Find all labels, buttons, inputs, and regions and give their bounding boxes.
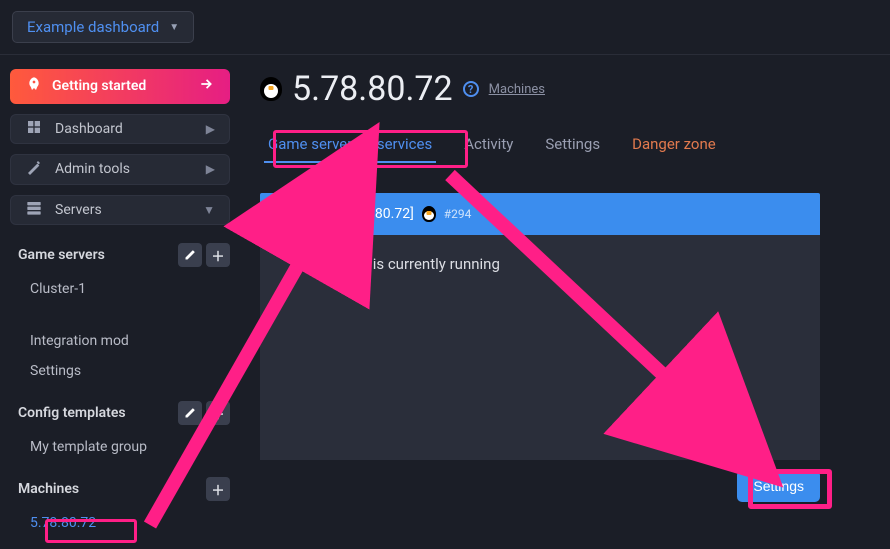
tab-settings[interactable]: Settings [541,127,604,163]
tree-game-servers[interactable]: Game servers ＋ [18,239,230,271]
tree-config-templates-label: Config templates [18,405,126,421]
tree-machines[interactable]: Machines ＋ [18,473,230,505]
tree-integration-mod[interactable]: Integration mod [18,329,230,353]
layout: Getting started Dashboard ▶ Admin tools … [0,55,890,549]
servers-tree: Game servers ＋ Cluster-1 Integration mod… [10,235,230,535]
server-icon [25,200,43,220]
linux-icon [260,77,282,101]
tree-game-servers-label: Game servers [18,247,105,263]
sidebar: Getting started Dashboard ▶ Admin tools … [0,55,240,549]
service-panel: My - [5.78.80.72] #294 his service is cu… [260,193,820,502]
page-title: 5.78.80.72 [292,69,453,109]
tabs: Game servers & services Activity Setting… [260,127,882,163]
grid-icon [25,119,43,139]
service-name-prefix: My [276,206,295,222]
dashboard-selector-label: Example dashboard [27,18,159,36]
plus-icon[interactable]: ＋ [206,243,230,267]
nav-dashboard-label: Dashboard [55,121,123,137]
service-panel-footer: Settings [260,460,820,502]
getting-started-label: Getting started [52,78,146,94]
plus-icon[interactable]: ＋ [206,401,230,425]
tree-machine-active[interactable]: 5.78.80.72 [18,511,230,535]
nav-admin-tools-label: Admin tools [55,161,130,177]
service-name-bracket: - [5.78.80.72] [333,206,414,222]
topbar: Example dashboard ▼ [0,0,890,55]
tab-activity[interactable]: Activity [460,127,517,163]
tree-machine-active-label: 5.78.80.72 [30,515,96,531]
tab-danger-zone[interactable]: Danger zone [628,127,720,163]
edit-icon[interactable] [178,243,202,267]
service-status-text: his service is currently running [286,255,794,273]
chevron-right-icon: ▶ [206,122,215,136]
tree-machines-label: Machines [18,481,79,497]
help-icon[interactable]: ? [463,81,479,97]
dashboard-selector[interactable]: Example dashboard ▼ [12,11,194,43]
nav-dashboard[interactable]: Dashboard ▶ [10,114,230,144]
tree-settings[interactable]: Settings [18,359,230,383]
title-row: 5.78.80.72 ? Machines [260,69,882,109]
nav-admin-tools[interactable]: Admin tools ▶ [10,154,230,184]
nav-servers[interactable]: Servers ▼ [10,195,230,225]
breadcrumb-machines[interactable]: Machines [489,82,545,97]
tree-cluster-1[interactable]: Cluster-1 [18,277,230,301]
main: 5.78.80.72 ? Machines Game servers & ser… [240,55,890,549]
chevron-down-icon: ▼ [203,203,215,217]
plus-icon[interactable]: ＋ [206,477,230,501]
rocket-icon [26,76,42,96]
service-panel-head[interactable]: My - [5.78.80.72] #294 [260,193,820,235]
caret-down-icon: ▼ [169,22,179,33]
getting-started-button[interactable]: Getting started [10,69,230,104]
tree-config-templates[interactable]: Config templates ＋ [18,397,230,429]
arrow-right-icon [198,77,214,95]
wand-icon [25,159,43,179]
edit-icon[interactable] [178,401,202,425]
service-panel-body: his service is currently running [260,235,820,460]
service-id: #294 [444,207,472,221]
nav-servers-label: Servers [55,202,102,218]
chevron-right-icon: ▶ [206,162,215,176]
tab-game-servers-services[interactable]: Game servers & services [264,127,436,163]
settings-button[interactable]: Settings [737,470,820,502]
tree-my-template-group[interactable]: My template group [18,435,230,459]
linux-icon [422,206,436,222]
